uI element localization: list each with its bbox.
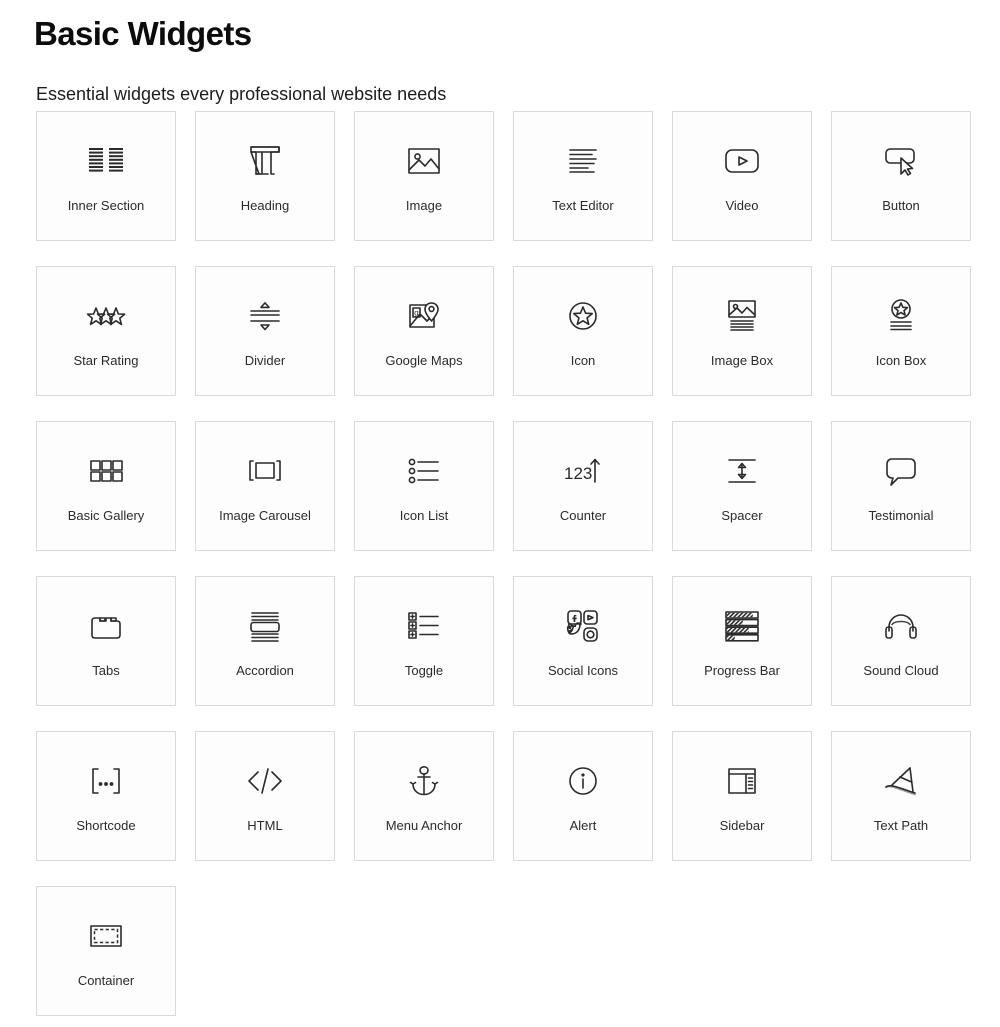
page-subtitle: Essential widgets every professional web… xyxy=(36,84,447,104)
icon-box-icon xyxy=(878,293,924,339)
widget-card[interactable]: Image Carousel xyxy=(195,421,335,551)
widget-label: Image xyxy=(405,198,443,213)
widget-card[interactable]: Image Box xyxy=(672,266,812,396)
widget-card[interactable]: Text Path xyxy=(831,731,971,861)
text-path-icon xyxy=(878,758,924,804)
counter-icon: 123 xyxy=(560,448,606,494)
google-maps-icon: g xyxy=(401,293,447,339)
basic-gallery-icon xyxy=(83,448,129,494)
widget-label: Sound Cloud xyxy=(863,663,939,678)
widget-card[interactable]: Sidebar xyxy=(672,731,812,861)
widget-label: Accordion xyxy=(236,663,294,678)
alert-icon xyxy=(560,758,606,804)
accordion-icon xyxy=(242,603,288,649)
widget-label: Icon List xyxy=(399,508,449,523)
testimonial-icon xyxy=(878,448,924,494)
widget-card[interactable]: Testimonial xyxy=(831,421,971,551)
spacer-icon xyxy=(719,448,765,494)
container-icon xyxy=(83,913,129,959)
widget-label: Inner Section xyxy=(67,198,145,213)
widget-card[interactable]: Sound Cloud xyxy=(831,576,971,706)
widget-label: HTML xyxy=(247,818,283,833)
widget-label: Image Carousel xyxy=(219,508,311,523)
image-box-icon xyxy=(719,293,765,339)
star-rating-icon xyxy=(83,293,129,339)
basic-widgets-page: Basic Widgets Essential widgets every pr… xyxy=(0,0,1000,1027)
widget-label: Text Path xyxy=(873,818,929,833)
widget-card[interactable]: Icon Box xyxy=(831,266,971,396)
toggle-icon xyxy=(401,603,447,649)
widget-label: Icon xyxy=(570,353,596,368)
social-icons-icon xyxy=(560,603,606,649)
widget-label: Spacer xyxy=(721,508,763,523)
widget-card[interactable]: Container xyxy=(36,886,176,1016)
image-carousel-icon xyxy=(242,448,288,494)
heading-icon xyxy=(242,138,288,184)
widget-card[interactable]: Video xyxy=(672,111,812,241)
widget-card[interactable]: Icon List xyxy=(354,421,494,551)
widget-label: Alert xyxy=(569,818,597,833)
widget-card[interactable]: HTML xyxy=(195,731,335,861)
widget-label: Heading xyxy=(240,198,290,213)
widget-card[interactable]: Menu Anchor xyxy=(354,731,494,861)
widget-card[interactable]: Image xyxy=(354,111,494,241)
widget-card[interactable]: Icon xyxy=(513,266,653,396)
widget-label: Icon Box xyxy=(875,353,927,368)
divider-icon xyxy=(242,293,288,339)
widget-grid: Inner Section Heading Image Text Editor … xyxy=(36,111,976,1016)
widget-label: Tabs xyxy=(92,663,120,678)
widget-label: Counter xyxy=(559,508,607,523)
widget-label: Sidebar xyxy=(719,818,765,833)
widget-card[interactable]: Progress Bar xyxy=(672,576,812,706)
tabs-icon xyxy=(83,603,129,649)
widget-card[interactable]: Button xyxy=(831,111,971,241)
widget-card[interactable]: Text Editor xyxy=(513,111,653,241)
page-title: Basic Widgets xyxy=(34,15,252,52)
sidebar-icon xyxy=(719,758,765,804)
widget-label: Star Rating xyxy=(73,353,139,368)
widget-label: Divider xyxy=(244,353,286,368)
widget-card[interactable]: Shortcode xyxy=(36,731,176,861)
shortcode-icon xyxy=(83,758,129,804)
widget-card[interactable]: Accordion xyxy=(195,576,335,706)
widget-label: Social Icons xyxy=(547,663,619,678)
widget-label: Button xyxy=(882,198,920,213)
widget-label: Video xyxy=(725,198,759,213)
widget-label: Shortcode xyxy=(76,818,136,833)
widget-label: Image Box xyxy=(710,353,774,368)
menu-anchor-icon xyxy=(401,758,447,804)
svg-text:g: g xyxy=(414,309,418,318)
widget-card[interactable]: Social Icons xyxy=(513,576,653,706)
icon-list-icon xyxy=(401,448,447,494)
widget-card[interactable]: Tabs xyxy=(36,576,176,706)
text-editor-icon xyxy=(560,138,606,184)
sound-cloud-icon xyxy=(878,603,924,649)
widget-card[interactable]: Toggle xyxy=(354,576,494,706)
widget-card[interactable]: Basic Gallery xyxy=(36,421,176,551)
widget-label: Progress Bar xyxy=(704,663,780,678)
button-icon xyxy=(878,138,924,184)
progress-bar-icon xyxy=(719,603,765,649)
widget-label: Basic Gallery xyxy=(67,508,145,523)
widget-card[interactable]: Divider xyxy=(195,266,335,396)
video-icon xyxy=(719,138,765,184)
widget-label: Testimonial xyxy=(868,508,934,523)
widget-label: Toggle xyxy=(404,663,444,678)
widget-card[interactable]: 123 Counter xyxy=(513,421,653,551)
widget-card[interactable]: Star Rating xyxy=(36,266,176,396)
inner-section-icon xyxy=(83,138,129,184)
widget-card[interactable]: g Google Maps xyxy=(354,266,494,396)
widget-card[interactable]: Spacer xyxy=(672,421,812,551)
widget-card[interactable]: Heading xyxy=(195,111,335,241)
image-icon xyxy=(401,138,447,184)
widget-label: Menu Anchor xyxy=(385,818,463,833)
widget-card[interactable]: Inner Section xyxy=(36,111,176,241)
widget-card[interactable]: Alert xyxy=(513,731,653,861)
html-icon xyxy=(242,758,288,804)
svg-text:123: 123 xyxy=(564,464,592,483)
widget-label: Container xyxy=(77,973,135,988)
widget-label: Text Editor xyxy=(552,198,614,213)
widget-label: Google Maps xyxy=(385,353,463,368)
icon-icon xyxy=(560,293,606,339)
